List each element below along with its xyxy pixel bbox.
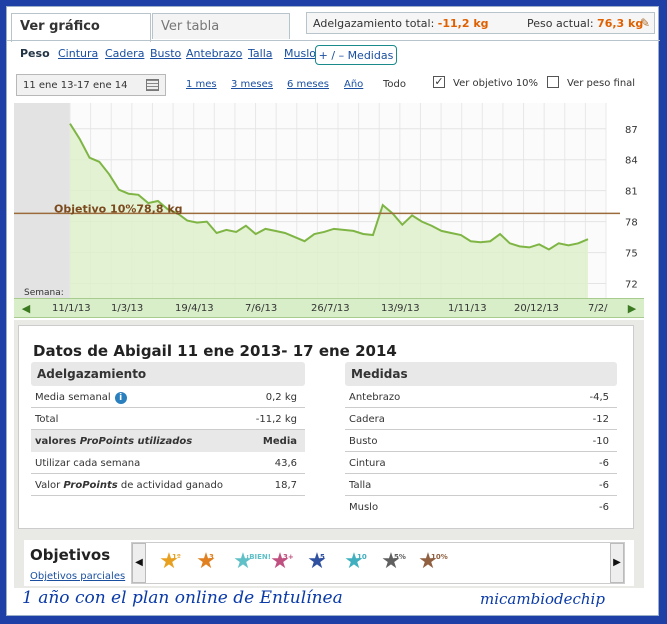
goal-star-icon[interactable]: ★ 10%: [417, 551, 448, 573]
goal-star-icon[interactable]: ★ 1º: [158, 551, 181, 573]
y-tick-label: 84: [625, 156, 638, 167]
goal-star-icon[interactable]: ★ 5: [306, 551, 328, 573]
range-all[interactable]: Todo: [383, 79, 406, 90]
x-tick-label: 11/1/13: [52, 303, 91, 314]
x-tick-label: 1/11/13: [448, 303, 487, 314]
scroll-left-icon[interactable]: ◀: [16, 299, 36, 317]
table-row: Cintura -6: [345, 452, 617, 474]
x-tick-label: 20/12/13: [514, 303, 559, 314]
scroll-right-icon[interactable]: ▶: [622, 299, 642, 317]
caption-left: 1 año con el plan online de Entulínea: [22, 588, 343, 608]
weight-chart-svg: 72 75 78 81 84 87 Objetivo 10%78,8 kg Semana:: [14, 103, 638, 299]
range-bar: 11 ene 13-17 ene 14 1 mes 3 meses 6 mese…: [10, 72, 644, 96]
measure-cadera[interactable]: Cadera: [105, 47, 144, 60]
goal-badge-label: 3: [209, 553, 214, 561]
measures-section-header: Medidas: [345, 362, 617, 386]
measure-cintura[interactable]: Cintura: [58, 47, 98, 60]
measure-muslo[interactable]: Muslo: [284, 47, 316, 60]
goal-star-icon[interactable]: ★ 5%: [380, 551, 406, 573]
table-row: Busto -10: [345, 430, 617, 452]
goal-checkbox-label: Ver objetivo 10%: [453, 78, 539, 89]
calendar-icon[interactable]: [146, 79, 159, 91]
table-row: Media semanal i 0,2 kg: [31, 386, 305, 408]
goals-panel: Objetivos Objetivos parciales ◀ ★ 1º ★ 3 ★ ¡B…: [24, 540, 634, 586]
goal-star-icon[interactable]: ★ 3: [195, 551, 217, 573]
table-row: Muslo -6: [349, 502, 609, 513]
goal-star-icon[interactable]: ★ ¡BIEN!: [232, 551, 271, 573]
goal-badge-label: 1º: [172, 553, 181, 561]
range-3-months[interactable]: 3 meses: [231, 79, 273, 90]
table-row: Total -11,2 kg: [31, 408, 305, 430]
details-title: Datos de Abigail 11 ene 2013- 17 ene 201…: [33, 342, 397, 360]
propoints-header: valores ProPoints utilizados Media: [31, 430, 305, 452]
goal-badge-label: 3+: [283, 553, 294, 561]
carousel-left-icon[interactable]: ◀: [132, 543, 146, 583]
table-row: Antebrazo -4,5: [345, 386, 617, 408]
y-tick-label: 78: [625, 218, 638, 229]
y-tick-label: 75: [625, 249, 638, 260]
badge-carousel: ◀ ★ 1º ★ 3 ★ ¡BIEN! ★ 3+ ★ 5 ★ 10 ★ 5% ★ 10% ▶: [131, 542, 625, 584]
final-weight-label: Ver peso final: [567, 78, 636, 89]
chart-pre-area: [14, 103, 70, 299]
x-tick-label: 13/9/13: [381, 303, 420, 314]
measure-talla[interactable]: Talla: [248, 47, 273, 60]
measure-selector: Peso Cintura Cadera Busto Antebrazo Tall…: [14, 45, 644, 65]
x-tick-label: 7/6/13: [245, 303, 278, 314]
tab-bar: Ver gráfico Ver tabla Adelgazamiento tot…: [7, 7, 660, 42]
info-icon[interactable]: i: [114, 392, 127, 404]
tab-divider: [7, 40, 660, 41]
table-row: Cadera -12: [345, 408, 617, 430]
goal-star-icon[interactable]: ★ 10: [343, 551, 367, 573]
range-6-months[interactable]: 6 meses: [287, 79, 329, 90]
pencil-icon[interactable]: ✎: [640, 16, 650, 30]
measures-toggle-button[interactable]: + / – Medidas: [315, 45, 397, 65]
table-row: Utilizar cada semana 43,6: [31, 452, 305, 474]
x-tick-label: 7/2/: [588, 303, 608, 314]
goal-label: Objetivo 10%78,8 kg: [54, 202, 183, 215]
goal-star-icon[interactable]: ★ 3+: [269, 551, 294, 573]
partial-goals-link[interactable]: Objetivos parciales: [30, 571, 125, 582]
loss-section-header: Adelgazamiento: [31, 362, 305, 386]
range-year[interactable]: Año: [344, 79, 363, 90]
weight-summary: Adelgazamiento total: -11,2 kg Peso actu…: [306, 12, 655, 34]
y-tick-label: 72: [625, 280, 638, 291]
measure-antebrazo[interactable]: Antebrazo: [186, 47, 242, 60]
goal-badge-label: 5: [320, 553, 325, 561]
goals-title: Objetivos: [30, 546, 111, 564]
measure-busto[interactable]: Busto: [150, 47, 181, 60]
goal-badge-label: 10: [357, 553, 367, 561]
caption-right: micambiodechip: [480, 590, 605, 608]
current-weight: Peso actual: 76,3 kg: [527, 17, 644, 30]
details-panel: Datos de Abigail 11 ene 2013- 17 ene 201…: [18, 325, 634, 529]
x-axis-bar: ◀ 11/1/13 1/3/13 19/4/13 7/6/13 26/7/13 13/9/…: [14, 298, 644, 318]
measure-peso[interactable]: Peso: [20, 47, 50, 60]
tab-table[interactable]: Ver tabla: [152, 13, 290, 39]
goal-checkbox[interactable]: ✓: [433, 76, 445, 88]
date-range-field[interactable]: 11 ene 13-17 ene 14: [16, 74, 166, 96]
x-tick-label: 1/3/13: [111, 303, 144, 314]
weight-chart: 72 75 78 81 84 87 Objetivo 10%78,8 kg Semana:: [14, 103, 644, 299]
y-tick-label: 87: [625, 125, 638, 136]
x-axis-label: Semana:: [24, 288, 64, 298]
goal-badge-label: 5%: [394, 553, 406, 561]
tab-graph[interactable]: Ver gráfico: [11, 13, 151, 42]
goal-badge-label: ¡BIEN!: [246, 553, 271, 561]
carousel-right-icon[interactable]: ▶: [610, 543, 624, 583]
table-row: Talla -6: [345, 474, 617, 496]
final-weight-checkbox[interactable]: [547, 76, 559, 88]
goal-badge-label: 10%: [431, 553, 448, 561]
table-row: Valor ProPoints de actividad ganado 18,7: [31, 474, 305, 496]
x-tick-label: 26/7/13: [311, 303, 350, 314]
x-tick-label: 19/4/13: [175, 303, 214, 314]
range-1-month[interactable]: 1 mes: [186, 79, 217, 90]
total-loss: Adelgazamiento total: -11,2 kg: [313, 17, 489, 30]
y-tick-label: 81: [625, 187, 638, 198]
